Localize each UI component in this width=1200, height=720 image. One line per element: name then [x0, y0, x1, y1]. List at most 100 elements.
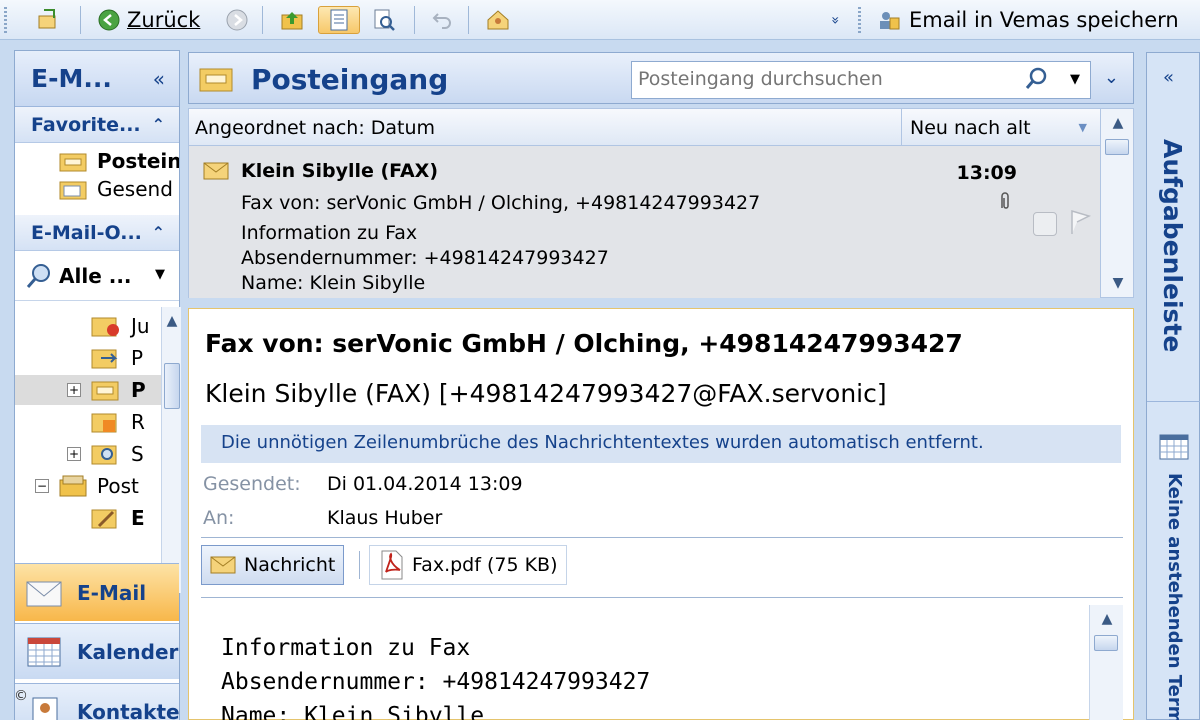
back-button[interactable]: Zurück [90, 6, 207, 34]
dropdown-arrow-icon[interactable]: ▼ [155, 267, 165, 282]
up-folder-button[interactable] [272, 6, 312, 34]
search-folders-icon [91, 445, 117, 465]
nav-button-calendar[interactable]: Kalender [15, 623, 179, 679]
scroll-up-icon[interactable]: ▲ [1090, 611, 1124, 627]
sort-order-toggle[interactable]: Neu nach alt ▼ [901, 109, 1097, 145]
scrollbar-thumb[interactable] [1094, 635, 1118, 651]
folder-tree-item[interactable]: R [15, 407, 161, 437]
message-list-scrollbar[interactable]: ▲ ▼ [1100, 108, 1134, 298]
print-preview-button[interactable] [364, 6, 404, 34]
expand-query-builder-icon[interactable]: ⌄ [1104, 67, 1119, 88]
address-book-button[interactable] [478, 6, 518, 34]
send-receive-button[interactable] [28, 6, 68, 34]
magnifier-page-icon [374, 9, 395, 31]
all-folders-selector[interactable]: Alle ... ▼ [15, 251, 179, 301]
folder-tree-item-selected[interactable]: + P [15, 375, 161, 405]
follow-up-flag-icon[interactable] [1067, 208, 1093, 236]
collapse-nav-button[interactable]: « [153, 67, 165, 91]
expand-icon[interactable]: + [67, 383, 81, 397]
forward-button[interactable] [220, 6, 254, 34]
toolbar-separator [468, 6, 469, 34]
collapse-section-icon[interactable]: ⌃ [152, 223, 165, 242]
inbox-folder-icon [59, 153, 87, 172]
scrollbar-thumb[interactable] [164, 363, 180, 409]
scroll-down-icon[interactable]: ▼ [1101, 275, 1135, 291]
nav-button-label: Kalender [77, 639, 179, 664]
vemas-icon [880, 12, 900, 30]
arrange-by-label[interactable]: Angeordnet nach: Datum [195, 117, 435, 139]
folder-label: Ju [131, 314, 150, 338]
list-item[interactable]: Klein Sibylle (FAX) 13:09 Fax von: serVo… [189, 146, 1101, 298]
back-arrow-icon [98, 9, 120, 31]
toolbar-grip[interactable] [858, 7, 861, 33]
scrollbar-thumb[interactable] [1105, 139, 1129, 155]
collapse-icon[interactable]: − [35, 479, 49, 493]
message-preview-line: Information zu Fax [241, 222, 418, 244]
scroll-up-icon[interactable]: ▲ [162, 313, 182, 333]
save-to-vemas-label: Email in Vemas speichern [909, 8, 1179, 32]
nav-button-contacts[interactable]: Kontakte [15, 683, 180, 720]
expand-icon[interactable]: + [67, 447, 81, 461]
nav-button-mail[interactable]: E-Mail [15, 563, 179, 621]
search-folder-icon [26, 263, 50, 288]
favorite-item-sent[interactable]: Gesend [15, 175, 179, 203]
message-subject-heading: Fax von: serVonic GmbH / Olching, +49814… [205, 329, 963, 358]
favorites-header[interactable]: Favorite... ⌃ [15, 107, 179, 143]
drafts-folder-icon [91, 509, 117, 529]
to-value[interactable]: Klaus Huber [327, 507, 442, 529]
sent-folder-icon [59, 181, 87, 200]
scroll-up-icon[interactable]: ▲ [1101, 115, 1135, 131]
search-icon[interactable] [1024, 66, 1050, 92]
info-bar[interactable]: Die unnötigen Zeilenumbrüche des Nachric… [201, 425, 1121, 463]
favorites-list: Postein Gesend [15, 143, 179, 215]
main-toolbar: Zurück » Email in Vemas speichern [0, 0, 1200, 40]
category-checkbox[interactable] [1033, 212, 1057, 236]
contacts-icon [32, 697, 58, 720]
folder-tree-scrollbar[interactable]: ▲ ▼ [161, 307, 181, 593]
send-receive-icon [38, 9, 56, 29]
folder-label: Post [97, 474, 139, 498]
folder-label: P [131, 378, 146, 402]
sent-label: Gesendet: [203, 473, 301, 495]
folder-label: S [131, 442, 144, 466]
unread-envelope-icon [203, 162, 229, 180]
mail-folders-header[interactable]: E-Mail-O... ⌃ [15, 215, 179, 251]
todo-separator [1147, 401, 1200, 402]
outbox-folder-icon [91, 349, 118, 369]
no-appointments-text: Keine anstehenden Termine [1164, 473, 1185, 720]
attachment-paperclip-icon [1001, 192, 1009, 209]
arrange-by-bar: Angeordnet nach: Datum Neu nach alt ▼ [188, 108, 1134, 146]
favorite-item-inbox[interactable]: Postein [15, 147, 179, 175]
folder-list-button[interactable] [318, 6, 360, 34]
tab-message[interactable]: Nachricht [201, 545, 345, 585]
folder-tree-item[interactable]: − Post [15, 471, 161, 501]
sort-order-label: Neu nach alt [910, 117, 1031, 139]
toolbar-grip[interactable] [4, 7, 7, 33]
message-body-scrollbar[interactable]: ▲ [1089, 605, 1123, 720]
reading-pane: Fax von: serVonic GmbH / Olching, +49814… [188, 308, 1134, 720]
favorite-label: Postein [97, 149, 179, 173]
toolbar-overflow-button[interactable]: » [826, 6, 844, 34]
folder-tree-item[interactable]: P [15, 343, 161, 373]
save-to-vemas-button[interactable]: Email in Vemas speichern [872, 6, 1184, 34]
message-preview-line: Absendernummer: +49814247993427 [241, 247, 609, 269]
body-line: Name: Klein Sibylle [221, 703, 485, 720]
search-input[interactable] [638, 62, 1018, 96]
message-sender-address[interactable]: Klein Sibylle (FAX) [+49814247993427@FAX… [205, 379, 887, 408]
body-line: Information zu Fax [221, 635, 471, 661]
search-box[interactable]: ▼ [631, 61, 1091, 99]
attachments-divider [201, 597, 1123, 598]
attachment-fax-pdf[interactable]: Fax.pdf (75 KB) [369, 545, 567, 585]
collapse-section-icon[interactable]: ⌃ [152, 115, 165, 134]
folder-tree-item[interactable]: E [15, 503, 161, 533]
expand-todo-bar-button[interactable]: « [1163, 67, 1174, 88]
sent-value: Di 01.04.2014 13:09 [327, 473, 523, 495]
folder-tree-item[interactable]: + S [15, 439, 161, 469]
folder-tree-item[interactable]: Ju [15, 311, 161, 341]
toolbar-separator [262, 6, 263, 34]
todo-bar-title[interactable]: Aufgabenleiste [1158, 139, 1187, 352]
todo-bar: « Aufgabenleiste Keine anstehenden Termi… [1146, 52, 1200, 720]
undo-button[interactable] [424, 6, 460, 34]
search-options-dropdown-icon[interactable]: ▼ [1070, 72, 1080, 87]
message-subject: Fax von: serVonic GmbH / Olching, +49814… [241, 192, 761, 214]
